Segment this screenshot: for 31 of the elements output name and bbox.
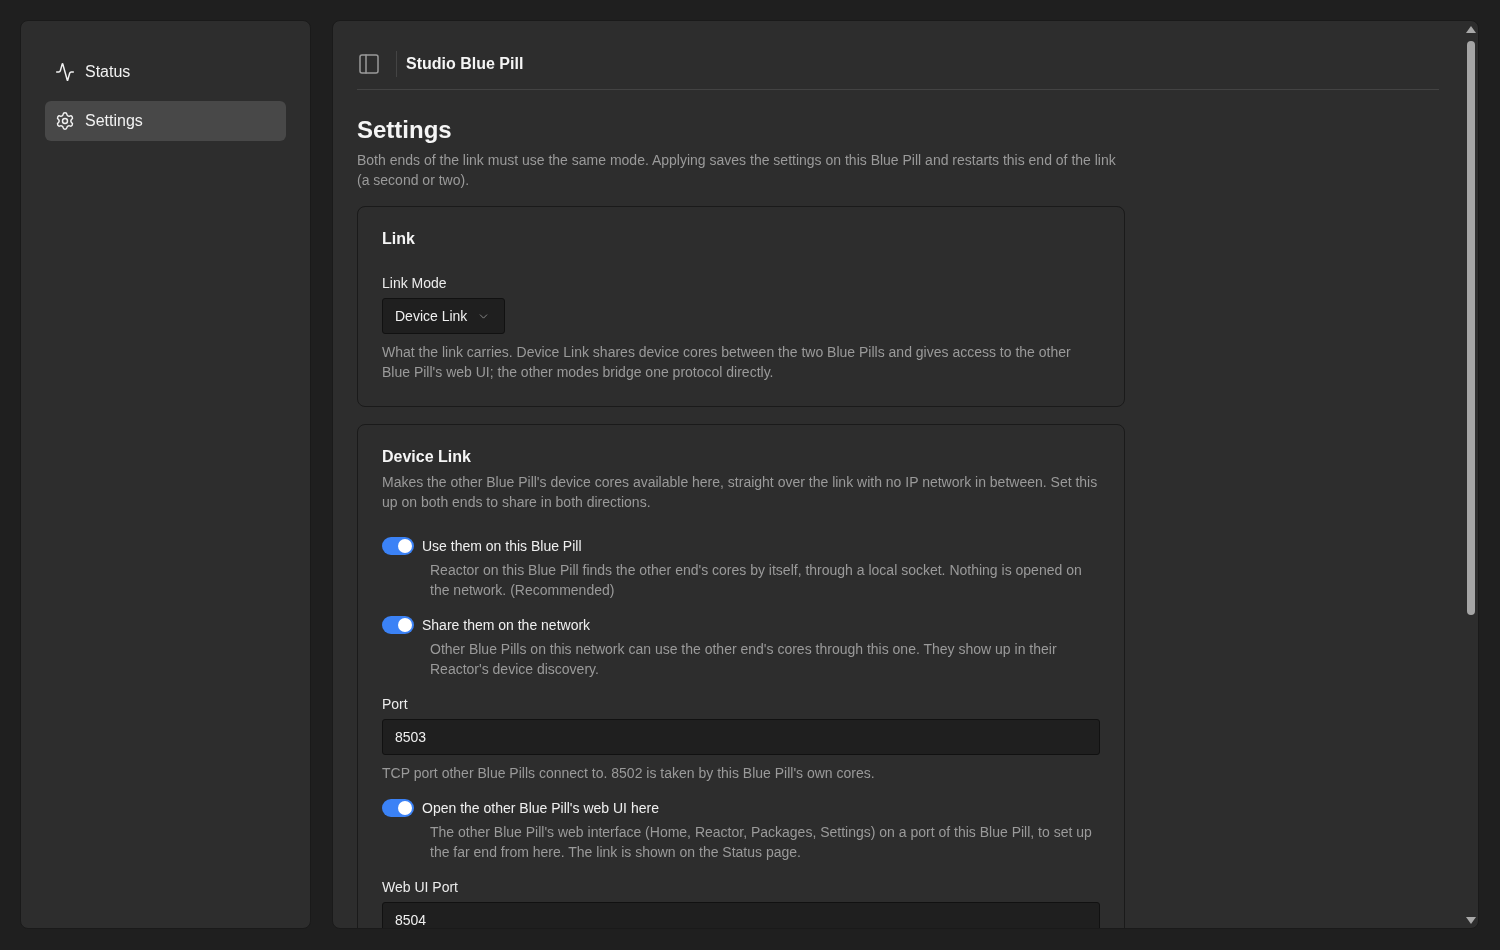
- card-title: Device Link: [382, 447, 472, 467]
- help-text: TCP port other Blue Pills connect to. 8502 is taken by this Blue Pill's own cores.: [382, 764, 876, 783]
- help-text: The other Blue Pill's web interface (Home, Reactor, Packages, Settings) on a port of this Blue Pill, to set up the far end from here. The link is shown on the Status page.: [429, 823, 1093, 862]
- toggle-label: Open the other Blue Pill's web UI here: [422, 799, 659, 818]
- help-text: Reactor on this Blue Pill finds the other end's cores by itself, through a local socket. Nothing is opened on the network. (Recommended): [429, 561, 1083, 600]
- help-text: What the link carries. Device Link shares device cores between the two Blue Pills and gives access to the other Blue Pill's web UI; the other modes bridge one protocol directly.: [382, 343, 1072, 382]
- toggle-switch[interactable]: [382, 616, 414, 634]
- field-label: Web UI Port: [382, 878, 459, 897]
- toggle-label: Use them on this Blue Pill: [422, 537, 582, 556]
- port-input[interactable]: 8503: [382, 719, 1100, 755]
- scroll-down-icon[interactable]: [1465, 917, 1476, 924]
- card-description: Makes the other Blue Pill's device cores available here, straight over the link with no IP network in between. Set this up on both ends to share in both directions.: [382, 473, 1099, 512]
- field-label: Link Mode: [382, 274, 448, 293]
- pulse-icon: [55, 62, 75, 82]
- sidebar-item[interactable]: Settings: [45, 101, 286, 141]
- scrollbar-thumb[interactable]: [1466, 41, 1475, 615]
- field-label: Port: [382, 695, 409, 714]
- port-input[interactable]: 8504: [382, 902, 1100, 928]
- toggle-label: Share them on the network: [422, 616, 591, 635]
- settings-icon: [55, 111, 75, 131]
- card-title: Link: [382, 229, 416, 249]
- link-mode-dropdown[interactable]: Device Link: [382, 298, 506, 334]
- sidebar-item[interactable]: Status: [45, 52, 286, 92]
- toggle-switch[interactable]: [382, 537, 414, 555]
- sidebar-toggle-icon[interactable]: [357, 52, 381, 76]
- scroll-up-icon[interactable]: [1465, 26, 1476, 33]
- page-title: Settings: [357, 115, 453, 145]
- header-title: Studio Blue Pill: [406, 54, 524, 74]
- toggle-switch[interactable]: [382, 799, 414, 817]
- help-text: Other Blue Pills on this network can use the other end's cores through this one. They show up in their Reactor's device discovery.: [429, 640, 1058, 679]
- page-description: Both ends of the link must use the same mode. Applying saves the settings on this Blue Pill and restarts this end of the link (a second or two).: [357, 151, 1117, 190]
